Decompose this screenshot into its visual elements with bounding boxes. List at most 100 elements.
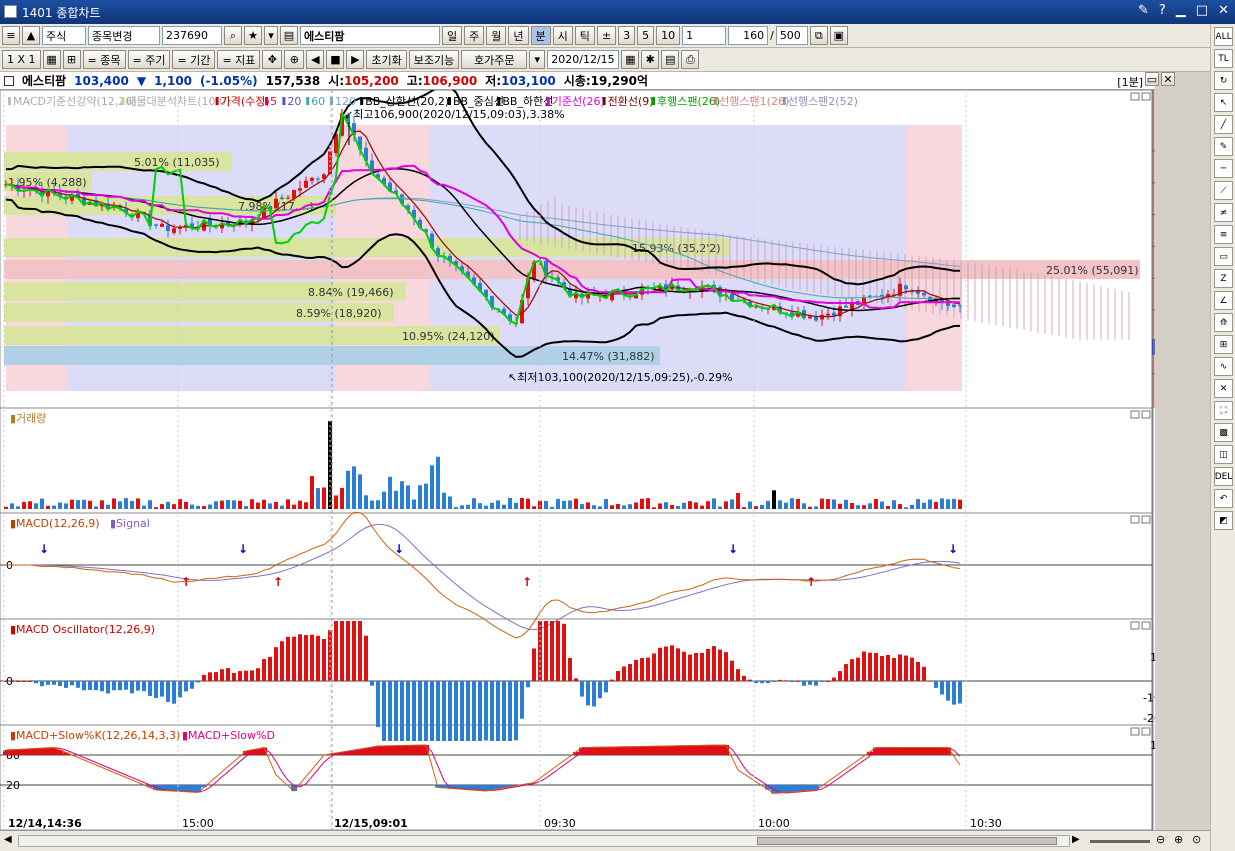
count-input[interactable]: 160 (728, 26, 769, 45)
chart-svg[interactable]: 1.95% (4,288)5.01% (11,035)7.98% (17,…)1… (0, 84, 1206, 831)
list-icon[interactable]: ▾ (264, 26, 278, 45)
zoom-slider[interactable] (1090, 840, 1150, 843)
pen-icon[interactable]: ✎ (1214, 137, 1233, 156)
zoom-reset-icon[interactable]: ⊙ (1192, 833, 1201, 846)
item-button[interactable]: = 종목 (82, 50, 126, 69)
minute-value-select[interactable]: 1 (682, 26, 727, 45)
all-delete-icon[interactable]: DEL (1214, 467, 1233, 486)
calendar-icon[interactable]: ▦ (621, 50, 640, 69)
settings-icon[interactable]: ✱ (641, 50, 660, 69)
range-button[interactable]: = 기간 (172, 50, 216, 69)
period-second[interactable]: 시 (552, 26, 573, 45)
split-icon[interactable]: ⊞ (62, 50, 81, 69)
quote-order-button[interactable]: 호가주문 (461, 50, 528, 69)
save-icon[interactable]: ▣ (829, 26, 848, 45)
volume-bar (358, 474, 362, 509)
channel-icon[interactable]: ≠ (1214, 203, 1233, 222)
volume-bar (400, 481, 404, 509)
volume-bar (742, 507, 746, 509)
stock-code-input[interactable]: 237690 (162, 26, 222, 45)
type-select[interactable]: 주식 (42, 26, 86, 45)
item-change-select[interactable]: 종목변경 (88, 26, 160, 45)
next-icon[interactable]: ▶ (346, 50, 365, 69)
volume-bar (148, 500, 152, 509)
osc-bar (646, 657, 650, 681)
maximize-icon[interactable]: □ (1196, 3, 1208, 18)
minimize-icon[interactable]: ▁ (1176, 3, 1186, 18)
volume-bar (778, 500, 782, 509)
chart-type-icon[interactable]: ▤ (280, 26, 298, 45)
trend-icon[interactable]: ⟋ (1214, 181, 1233, 200)
aux-function-button[interactable]: 보조기능 (408, 50, 460, 69)
favorite-icon[interactable]: ★ (244, 26, 262, 45)
grid-lines-icon[interactable]: ⊞ (1214, 335, 1233, 354)
volume-bar (718, 506, 722, 509)
pointer-icon[interactable]: ↖ (1214, 93, 1233, 112)
period-day[interactable]: 일 (442, 26, 463, 45)
angle-icon[interactable]: ∠ (1214, 291, 1233, 310)
chart-area[interactable]: 1.95% (4,288) 5.01% (11,035) 7.98% (17,…) 1… (0, 84, 1206, 831)
prev-icon[interactable]: ◀ (306, 50, 325, 69)
period-tick[interactable]: 틱 (574, 26, 595, 45)
line-icon[interactable]: ╱ (1214, 115, 1233, 134)
legend-item-6: 120 (335, 95, 356, 108)
minute-3[interactable]: 3 (618, 26, 636, 45)
quote-dropdown-icon[interactable]: ▾ (529, 50, 546, 69)
stop-icon[interactable]: ■ (326, 50, 345, 69)
fibonacci-icon[interactable]: ≡ (1214, 225, 1233, 244)
grid-icon[interactable]: ▦ (42, 50, 61, 69)
panel-close-icon[interactable]: ✕ (1161, 72, 1175, 86)
period-week[interactable]: 주 (464, 26, 485, 45)
up-arrow-icon[interactable]: ▲ (22, 26, 40, 45)
scroll-right-icon[interactable]: ▶ (1072, 834, 1080, 845)
pattern-icon[interactable]: ⛶ (1214, 401, 1233, 420)
box-icon[interactable]: ▭ (1214, 247, 1233, 266)
date-input[interactable]: 2020/12/15 (547, 50, 620, 69)
period-minute[interactable]: 분 (530, 26, 551, 45)
scroll-track[interactable] (18, 835, 1070, 847)
new-window-icon[interactable]: ⧉ (809, 26, 828, 45)
minute-10[interactable]: 10 (656, 26, 681, 45)
qr-icon[interactable]: ▩ (1214, 423, 1233, 442)
horizontal-line-icon[interactable]: ─ (1214, 159, 1233, 178)
zoom-in-icon[interactable]: ⊕ (1174, 833, 1183, 846)
period-month[interactable]: 월 (486, 26, 507, 45)
close-icon[interactable]: ✕ (1218, 3, 1229, 18)
zigzag-icon[interactable]: Z (1214, 269, 1233, 288)
refresh-icon[interactable]: ↻ (1214, 71, 1233, 90)
minute-5[interactable]: 5 (637, 26, 655, 45)
help-icon[interactable]: ? (1159, 3, 1166, 18)
volume-bar (442, 492, 446, 509)
undo-icon[interactable]: ↶ (1214, 489, 1233, 508)
all-tools-icon[interactable]: ALL (1214, 27, 1233, 46)
zoom-out-icon[interactable]: ⊖ (1156, 833, 1165, 846)
volume-bar (76, 500, 80, 509)
menu-icon[interactable]: ≡ (2, 26, 20, 45)
color-icon[interactable]: ◩ (1214, 511, 1233, 530)
volume-bar (880, 501, 884, 509)
checkbox-icon[interactable] (4, 75, 14, 86)
panel-min-icon[interactable]: ▭ (1145, 72, 1159, 86)
scroll-left-icon[interactable]: ◀ (4, 834, 12, 845)
pin-icon[interactable]: ✎ (1138, 3, 1149, 18)
cross-icon[interactable]: ✕ (1214, 379, 1233, 398)
reset-button[interactable]: 초기화 (366, 50, 407, 69)
analysis-icon[interactable]: ◫ (1214, 445, 1233, 464)
move-icon[interactable]: ✥ (262, 50, 283, 69)
search-icon[interactable]: ⌕ (224, 26, 242, 45)
cycle-icon[interactable]: ∿ (1214, 357, 1233, 376)
period-year[interactable]: 년 (508, 26, 529, 45)
crosshair-icon[interactable]: ⊕ (284, 50, 305, 69)
total-input[interactable]: 500 (775, 26, 808, 45)
legend-swatch (546, 97, 550, 105)
table-icon[interactable]: ▤ (661, 50, 680, 69)
period-button[interactable]: = 주기 (127, 50, 171, 69)
scroll-thumb[interactable] (757, 837, 1057, 845)
minute-select-icon[interactable]: ± (596, 26, 617, 45)
volume-bar (310, 476, 314, 509)
fan-icon[interactable]: ⟰ (1214, 313, 1233, 332)
layout-button[interactable]: 1 X 1 (2, 50, 41, 69)
export-icon[interactable]: ⎙ (681, 50, 700, 69)
indicator-button[interactable]: = 지표 (217, 50, 261, 69)
tool-icon[interactable]: TL (1214, 49, 1233, 68)
